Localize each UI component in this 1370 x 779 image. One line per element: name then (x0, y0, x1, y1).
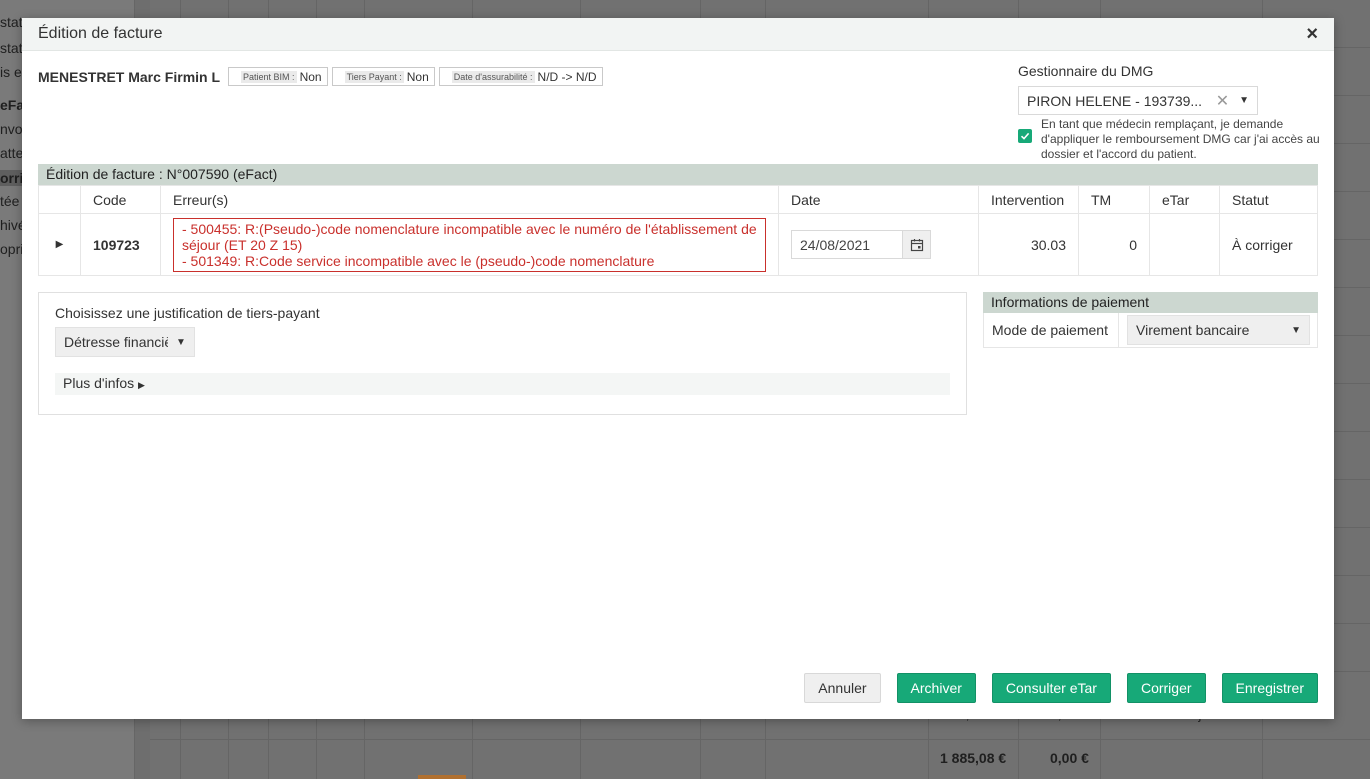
background-sidebar-item: tée (0, 193, 20, 209)
chip-label: Tiers Payant : (344, 70, 404, 83)
row-tm: 0 (1078, 213, 1150, 276)
row-date-cell: 24/08/2021 (778, 213, 979, 276)
row-intervention: 30.03 (978, 213, 1079, 276)
payment-title: Informations de paiement (983, 292, 1318, 313)
table-header-row: Code Erreur(s) Date Intervention TM eTar… (38, 185, 1318, 214)
col-expand (38, 185, 81, 214)
assurability-date-chip: Date d'assurabilité : N/D -> N/D (438, 67, 603, 86)
modal-title: Édition de facture (38, 25, 163, 42)
save-button[interactable]: Enregistrer (1221, 673, 1318, 703)
date-value: 24/08/2021 (800, 236, 871, 253)
table-row: ▶ 109723 - 500455: R:(Pseudo-)code nomen… (38, 213, 1318, 276)
patient-name: MENESTRET Marc Firmin L (38, 68, 221, 85)
consult-etar-button[interactable]: Consulter eTar (991, 673, 1111, 703)
clear-icon[interactable]: ✕ (1216, 91, 1229, 111)
payment-mode-label: Mode de paiement (984, 313, 1119, 347)
chip-label: Patient BIM : (241, 70, 297, 83)
invoice-edit-modal: Édition de facture × MENESTRET Marc Firm… (22, 18, 1334, 719)
modal-footer: Annuler Archiver Consulter eTar Corriger… (804, 673, 1318, 703)
col-date: Date (778, 185, 979, 214)
background-sidebar-item: hivé (0, 217, 22, 233)
chevron-down-icon: ▼ (1291, 324, 1301, 336)
check-icon (1020, 132, 1030, 140)
background-sidebar-item: stati (0, 14, 22, 30)
col-etar: eTar (1149, 185, 1220, 214)
invoice-section-title: Édition de facture : N°007590 (eFact) (38, 164, 1318, 185)
correct-button[interactable]: Corriger (1126, 673, 1206, 703)
chip-value: N/D -> N/D (537, 69, 597, 84)
close-icon[interactable]: × (1306, 24, 1318, 44)
more-infos-label: Plus d'infos (63, 375, 135, 391)
chevron-down-icon[interactable]: ▼ (1239, 95, 1249, 106)
col-errors: Erreur(s) (160, 185, 779, 214)
row-errors-cell: - 500455: R:(Pseudo-)code nomenclature i… (160, 213, 779, 276)
chip-label: Date d'assurabilité : (451, 70, 535, 83)
col-code: Code (80, 185, 161, 214)
modal-header: Édition de facture × (22, 18, 1334, 51)
archive-button[interactable]: Archiver (896, 673, 976, 703)
chip-value: Non (406, 69, 429, 84)
background-tab-indicator (418, 775, 466, 779)
calendar-icon[interactable] (902, 231, 930, 258)
background-sidebar-item: opri (0, 241, 22, 257)
patient-bim-chip: Patient BIM : Non (228, 67, 328, 86)
background-sidebar-item: stati (0, 40, 22, 56)
error-message: - 500455: R:(Pseudo-)code nomenclature i… (182, 220, 757, 253)
background-sidebar-item: atte (0, 145, 22, 161)
dmg-consent-checkbox[interactable] (1018, 129, 1032, 143)
justification-title: Choisissez une justification de tiers-pa… (55, 305, 320, 321)
patient-info: MENESTRET Marc Firmin L Patient BIM : No… (38, 67, 603, 86)
invoice-table: Code Erreur(s) Date Intervention TM eTar… (38, 185, 1318, 276)
row-code: 109723 (80, 213, 161, 276)
dmg-selected-value: PIRON HELENE - 193739... (1027, 92, 1203, 109)
cancel-button[interactable]: Annuler (804, 673, 881, 703)
col-tm: TM (1078, 185, 1150, 214)
background-sidebar-item: eFa (0, 97, 22, 113)
background-sidebar-item: is e (0, 64, 22, 80)
bg-total2: 0,00 € (1050, 750, 1089, 766)
bg-total1: 1 885,08 € (940, 750, 1007, 766)
dmg-manager-section: Gestionnaire du DMG PIRON HELENE - 19373… (1018, 63, 1323, 162)
payment-mode-select[interactable]: Virement bancaire ▼ (1127, 315, 1310, 345)
col-intervention: Intervention (978, 185, 1079, 214)
expand-row-icon[interactable]: ▶ (38, 213, 81, 276)
dmg-title: Gestionnaire du DMG (1018, 63, 1154, 79)
payment-mode-row: Mode de paiement Virement bancaire ▼ (983, 313, 1318, 348)
payment-mode-value: Virement bancaire (1136, 322, 1250, 338)
background-sidebar-item: nvo (0, 121, 22, 137)
chevron-down-icon: ▼ (176, 336, 186, 348)
justification-select[interactable]: Détresse financière ▼ (55, 327, 195, 357)
more-infos-toggle[interactable]: Plus d'infos ▶ (55, 373, 950, 395)
date-input[interactable]: 24/08/2021 (791, 230, 931, 259)
payment-info-panel: Informations de paiement Mode de paiemen… (983, 292, 1318, 348)
row-status: À corriger (1219, 213, 1318, 276)
third-party-justification-panel: Choisissez une justification de tiers-pa… (38, 292, 967, 415)
tiers-payant-chip: Tiers Payant : Non (331, 67, 435, 86)
justification-value: Détresse financière (64, 334, 168, 350)
error-box: - 500455: R:(Pseudo-)code nomenclature i… (173, 217, 766, 272)
dmg-consent: En tant que médecin remplaçant, je deman… (1018, 117, 1323, 162)
col-status: Statut (1219, 185, 1318, 214)
row-etar (1149, 213, 1220, 276)
error-message: - 501349: R:Code service incompatible av… (182, 252, 655, 269)
dmg-consent-text: En tant que médecin remplaçant, je deman… (1041, 117, 1320, 161)
chevron-right-icon: ▶ (138, 380, 145, 390)
dmg-manager-select[interactable]: PIRON HELENE - 193739... ✕ ▼ (1018, 86, 1258, 115)
chip-value: Non (299, 69, 322, 84)
